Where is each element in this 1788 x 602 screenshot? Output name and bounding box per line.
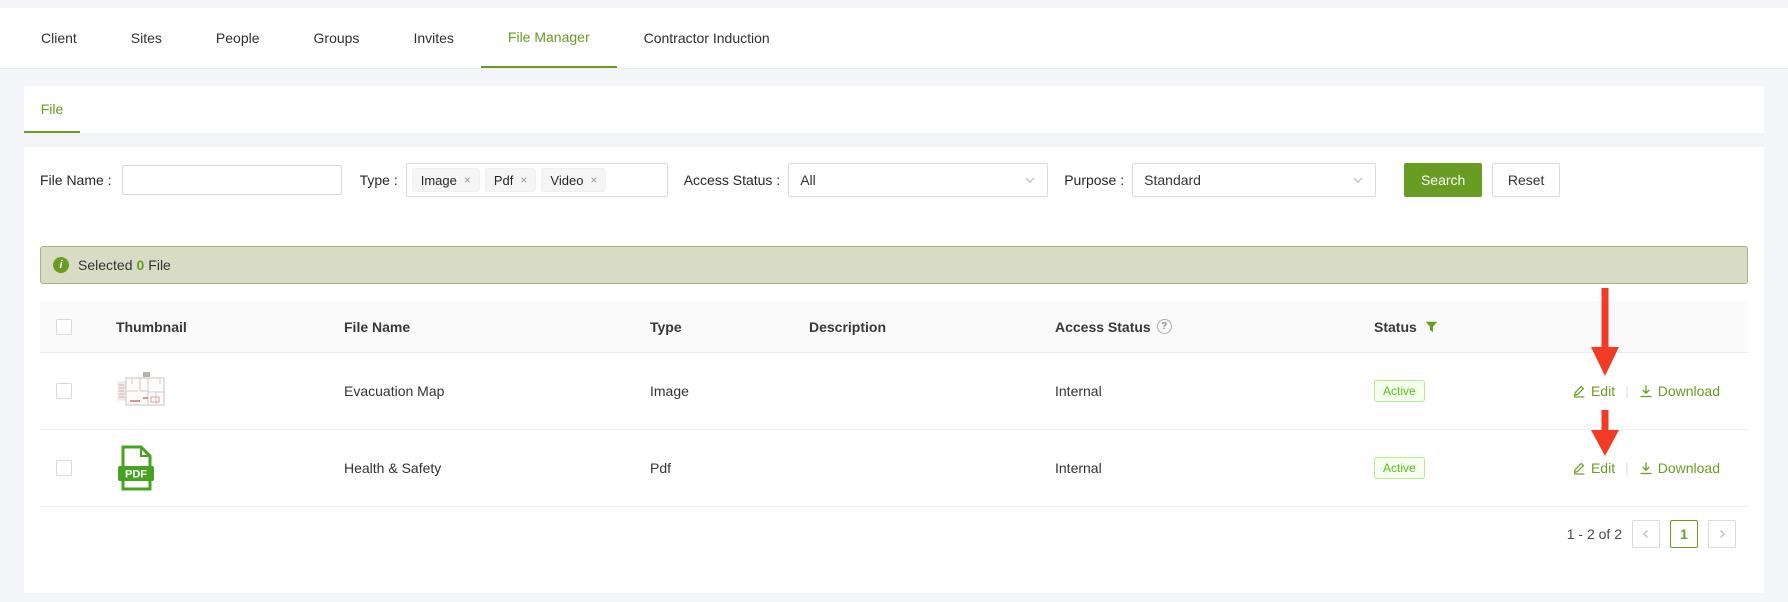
- row-checkbox[interactable]: [56, 460, 72, 476]
- edit-pencil-icon: [1572, 461, 1586, 475]
- type-tag-image-label: Image: [421, 173, 457, 188]
- download-icon: [1639, 461, 1653, 475]
- edit-button[interactable]: Edit: [1572, 383, 1615, 399]
- tab-invites[interactable]: Invites: [386, 8, 480, 68]
- status-badge: Active: [1374, 380, 1425, 402]
- status-badge: Active: [1374, 457, 1425, 479]
- remove-image-tag-icon[interactable]: ×: [464, 173, 471, 187]
- evacuation-map-thumbnail[interactable]: [116, 371, 316, 411]
- tab-client[interactable]: Client: [14, 8, 104, 68]
- type-cell: Image: [622, 383, 781, 399]
- sub-tab-bar: File: [24, 86, 1764, 133]
- type-tag-image: Image ×: [412, 168, 480, 192]
- type-cell: Pdf: [622, 460, 781, 476]
- pagination: 1 - 2 of 2 1: [1567, 519, 1736, 549]
- edit-pencil-icon: [1572, 384, 1586, 398]
- access-status-value: Internal: [1055, 383, 1102, 399]
- access-status-value: Internal: [1055, 460, 1102, 476]
- tab-groups[interactable]: Groups: [287, 8, 387, 68]
- file-name-input[interactable]: [122, 165, 342, 195]
- access-status-label: Access Status :: [684, 172, 780, 188]
- selected-files-banner: i Selected0File: [40, 246, 1748, 284]
- tab-contractor-induction[interactable]: Contractor Induction: [617, 8, 797, 68]
- download-label: Download: [1658, 383, 1720, 399]
- file-manager-panel: File Name : Type : Image × Pdf × Video ×…: [24, 147, 1764, 593]
- action-divider: |: [1625, 460, 1629, 476]
- file-name-cell: Health & Safety: [316, 460, 622, 476]
- next-page-button[interactable]: [1708, 520, 1736, 548]
- download-button[interactable]: Download: [1639, 460, 1720, 476]
- reset-button[interactable]: Reset: [1492, 163, 1560, 197]
- search-button[interactable]: Search: [1404, 163, 1482, 197]
- file-name-cell: Evacuation Map: [316, 383, 622, 399]
- selected-suffix: File: [148, 257, 171, 273]
- purpose-select[interactable]: Standard: [1132, 163, 1376, 197]
- pagination-summary: 1 - 2 of 2: [1567, 526, 1622, 542]
- col-description: Description: [781, 319, 1027, 335]
- edit-label: Edit: [1591, 383, 1615, 399]
- selected-prefix: Selected: [78, 257, 132, 273]
- remove-pdf-tag-icon[interactable]: ×: [520, 173, 527, 187]
- purpose-value: Standard: [1144, 172, 1201, 188]
- select-all-checkbox[interactable]: [56, 319, 72, 335]
- row-checkbox[interactable]: [56, 383, 72, 399]
- col-type: Type: [622, 319, 781, 335]
- table-row: Evacuation Map Image Internal Active Edi…: [40, 353, 1748, 430]
- selected-count-text: Selected0File: [78, 257, 171, 273]
- type-multiselect[interactable]: Image × Pdf × Video ×: [406, 163, 668, 197]
- files-table: Thumbnail File Name Type Description Acc…: [40, 301, 1748, 507]
- tab-file[interactable]: File: [24, 86, 80, 133]
- type-tag-video: Video ×: [541, 168, 606, 192]
- action-divider: |: [1625, 383, 1629, 399]
- page-1-button[interactable]: 1: [1670, 520, 1698, 548]
- access-status-cell: Internal: [1027, 383, 1346, 399]
- help-icon[interactable]: ?: [1157, 319, 1172, 334]
- edit-label: Edit: [1591, 460, 1615, 476]
- prev-page-button[interactable]: [1632, 520, 1660, 548]
- svg-text:PDF: PDF: [125, 469, 147, 481]
- file-name-label: File Name :: [40, 172, 112, 188]
- type-label: Type :: [360, 172, 398, 188]
- access-status-cell: Internal: [1027, 460, 1346, 476]
- type-tag-video-label: Video: [550, 173, 583, 188]
- access-status-value: All: [800, 172, 816, 188]
- tab-people[interactable]: People: [189, 8, 287, 68]
- purpose-label: Purpose :: [1064, 172, 1124, 188]
- chevron-down-icon: [1024, 174, 1036, 186]
- type-tag-pdf: Pdf ×: [485, 168, 537, 192]
- edit-button[interactable]: Edit: [1572, 460, 1615, 476]
- selected-count: 0: [136, 257, 144, 273]
- tab-file-manager[interactable]: File Manager: [481, 8, 617, 68]
- col-file-name: File Name: [316, 319, 622, 335]
- filter-funnel-icon[interactable]: [1425, 321, 1438, 333]
- download-icon: [1639, 384, 1653, 398]
- type-tag-pdf-label: Pdf: [494, 173, 514, 188]
- filter-bar: File Name : Type : Image × Pdf × Video ×…: [40, 163, 1560, 197]
- access-status-select[interactable]: All: [788, 163, 1048, 197]
- table-row: PDF Health & Safety Pdf Internal Active …: [40, 430, 1748, 507]
- chevron-down-icon: [1352, 174, 1364, 186]
- col-thumbnail: Thumbnail: [88, 319, 316, 335]
- pdf-file-icon[interactable]: PDF: [116, 444, 316, 492]
- col-status: Status: [1374, 319, 1417, 335]
- top-nav: Client Sites People Groups Invites File …: [0, 8, 1788, 69]
- remove-video-tag-icon[interactable]: ×: [590, 173, 597, 187]
- info-icon: i: [53, 257, 69, 273]
- download-label: Download: [1658, 460, 1720, 476]
- table-header-row: Thumbnail File Name Type Description Acc…: [40, 301, 1748, 353]
- col-access-status: Access Status: [1055, 319, 1151, 335]
- tab-sites[interactable]: Sites: [104, 8, 189, 68]
- download-button[interactable]: Download: [1639, 383, 1720, 399]
